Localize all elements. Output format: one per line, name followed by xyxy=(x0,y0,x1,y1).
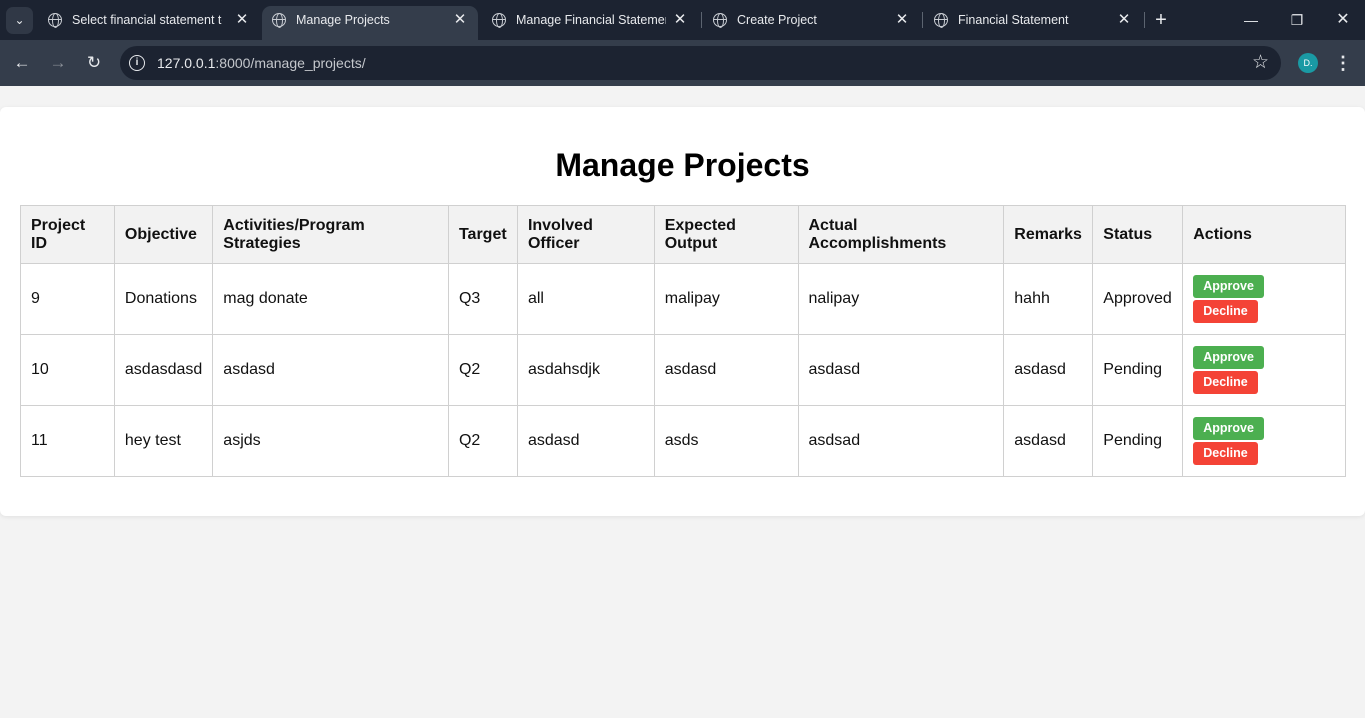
back-button[interactable]: ← xyxy=(8,49,36,77)
address-bar[interactable]: i 127.0.0.1:8000/manage_projects/ ☆ xyxy=(120,46,1281,80)
approve-button[interactable]: Approve xyxy=(1193,346,1264,369)
header-expected-output: Expected Output xyxy=(653,205,799,264)
cell-objective: hey test xyxy=(113,405,214,477)
browser-menu-icon[interactable]: ⋮ xyxy=(1333,51,1353,75)
table-row: 11 hey test asjds Q2 asdasd asds asdsad … xyxy=(20,405,1346,477)
new-tab-button[interactable]: + xyxy=(1150,9,1172,31)
tab-title: Financial Statement xyxy=(958,13,1069,27)
header-remarks: Remarks xyxy=(1003,205,1094,264)
decline-button[interactable]: Decline xyxy=(1193,300,1258,323)
cell-actual: asdasd xyxy=(797,334,1005,406)
projects-table: Project ID Objective Activities/Program … xyxy=(20,205,1346,477)
cell-actions: Approve Decline xyxy=(1182,334,1346,406)
cell-objective: Donations xyxy=(113,263,214,335)
close-icon[interactable]: ✕ xyxy=(894,12,910,28)
browser-toolbar: ← → ↻ i 127.0.0.1:8000/manage_projects/ … xyxy=(0,40,1365,86)
decline-button[interactable]: Decline xyxy=(1193,371,1258,394)
cell-status: Pending xyxy=(1092,405,1184,477)
cell-project-id: 9 xyxy=(20,263,115,335)
cell-objective: asdasdasd xyxy=(113,334,214,406)
content-card: Manage Projects Project ID Objective Act… xyxy=(0,107,1365,516)
reload-button[interactable]: ↻ xyxy=(80,49,108,77)
bookmark-star-icon[interactable]: ☆ xyxy=(1252,52,1269,74)
close-icon[interactable]: ✕ xyxy=(234,12,250,28)
cell-expected-output: asds xyxy=(653,405,799,477)
decline-button[interactable]: Decline xyxy=(1193,442,1258,465)
header-target: Target xyxy=(447,205,518,264)
header-actual-accomplishments: Actual Accomplishments xyxy=(797,205,1005,264)
cell-actions: Approve Decline xyxy=(1182,263,1346,335)
url-text[interactable]: 127.0.0.1:8000/manage_projects/ xyxy=(157,55,366,71)
cell-actions: Approve Decline xyxy=(1182,405,1346,477)
tab-separator xyxy=(1144,12,1145,28)
globe-icon xyxy=(934,13,948,28)
tab-title: Create Project xyxy=(737,13,817,27)
cell-remarks: asdasd xyxy=(1003,405,1094,477)
cell-actual: asdsad xyxy=(797,405,1005,477)
header-activities: Activities/Program Strategies xyxy=(212,205,449,264)
cell-project-id: 10 xyxy=(20,334,115,406)
globe-icon xyxy=(272,13,286,28)
url-host: 127.0.0.1 xyxy=(157,55,216,71)
cell-target: Q3 xyxy=(447,263,518,335)
tab-title: Select financial statement to xyxy=(72,13,222,27)
cell-expected-output: asdasd xyxy=(653,334,799,406)
cell-remarks: asdasd xyxy=(1003,334,1094,406)
tab-separator xyxy=(701,12,702,28)
profile-avatar[interactable]: D. xyxy=(1298,53,1318,73)
globe-icon xyxy=(492,13,506,28)
tab-title: Manage Financial Statement xyxy=(516,13,666,27)
cell-officer: all xyxy=(516,263,655,335)
site-info-icon[interactable]: i xyxy=(129,55,145,71)
tab-create-project[interactable]: Create Project ✕ xyxy=(703,0,920,40)
tab-manage-financial-statement[interactable]: Manage Financial Statement ✕ xyxy=(482,0,698,40)
tab-manage-projects[interactable]: Manage Projects ✕ xyxy=(262,6,478,40)
cell-expected-output: malipay xyxy=(653,263,799,335)
cell-activities: asjds xyxy=(212,405,449,477)
restore-button[interactable]: ❐ xyxy=(1282,6,1312,34)
globe-icon xyxy=(48,13,62,28)
tab-search-button[interactable]: ⌄ xyxy=(6,7,33,34)
cell-status: Pending xyxy=(1092,334,1184,406)
cell-remarks: hahh xyxy=(1003,263,1094,335)
close-window-button[interactable]: ✕ xyxy=(1328,6,1358,34)
tab-select-financial-statement[interactable]: Select financial statement to ✕ xyxy=(38,0,260,40)
header-status: Status xyxy=(1092,205,1184,264)
url-path: :8000/manage_projects/ xyxy=(215,55,366,71)
minimize-button[interactable]: — xyxy=(1236,6,1266,34)
cell-actual: nalipay xyxy=(797,263,1005,335)
forward-button[interactable]: → xyxy=(44,49,72,77)
header-objective: Objective xyxy=(113,205,214,264)
approve-button[interactable]: Approve xyxy=(1193,275,1264,298)
table-row: 10 asdasdasd asdasd Q2 asdahsdjk asdasd … xyxy=(20,334,1346,406)
close-icon[interactable]: ✕ xyxy=(1116,12,1132,28)
header-project-id: Project ID xyxy=(20,205,115,264)
header-actions: Actions xyxy=(1182,205,1346,264)
close-icon[interactable]: ✕ xyxy=(672,12,688,28)
tab-financial-statement[interactable]: Financial Statement ✕ xyxy=(924,0,1142,40)
cell-target: Q2 xyxy=(447,334,518,406)
approve-button[interactable]: Approve xyxy=(1193,417,1264,440)
tab-title: Manage Projects xyxy=(296,13,390,27)
cell-status: Approved xyxy=(1092,263,1184,335)
cell-officer: asdasd xyxy=(516,405,655,477)
cell-activities: asdasd xyxy=(212,334,449,406)
close-icon[interactable]: ✕ xyxy=(452,12,468,28)
cell-target: Q2 xyxy=(447,405,518,477)
globe-icon xyxy=(713,13,727,28)
cell-project-id: 11 xyxy=(20,405,115,477)
cell-officer: asdahsdjk xyxy=(516,334,655,406)
table-row: 9 Donations mag donate Q3 all malipay na… xyxy=(20,263,1346,335)
tab-separator xyxy=(922,12,923,28)
header-involved-officer: Involved Officer xyxy=(516,205,655,264)
table-header-row: Project ID Objective Activities/Program … xyxy=(20,205,1346,264)
tab-strip: ⌄ Select financial statement to ✕ Manage… xyxy=(0,0,1365,40)
page-title: Manage Projects xyxy=(555,147,810,183)
cell-activities: mag donate xyxy=(212,263,449,335)
